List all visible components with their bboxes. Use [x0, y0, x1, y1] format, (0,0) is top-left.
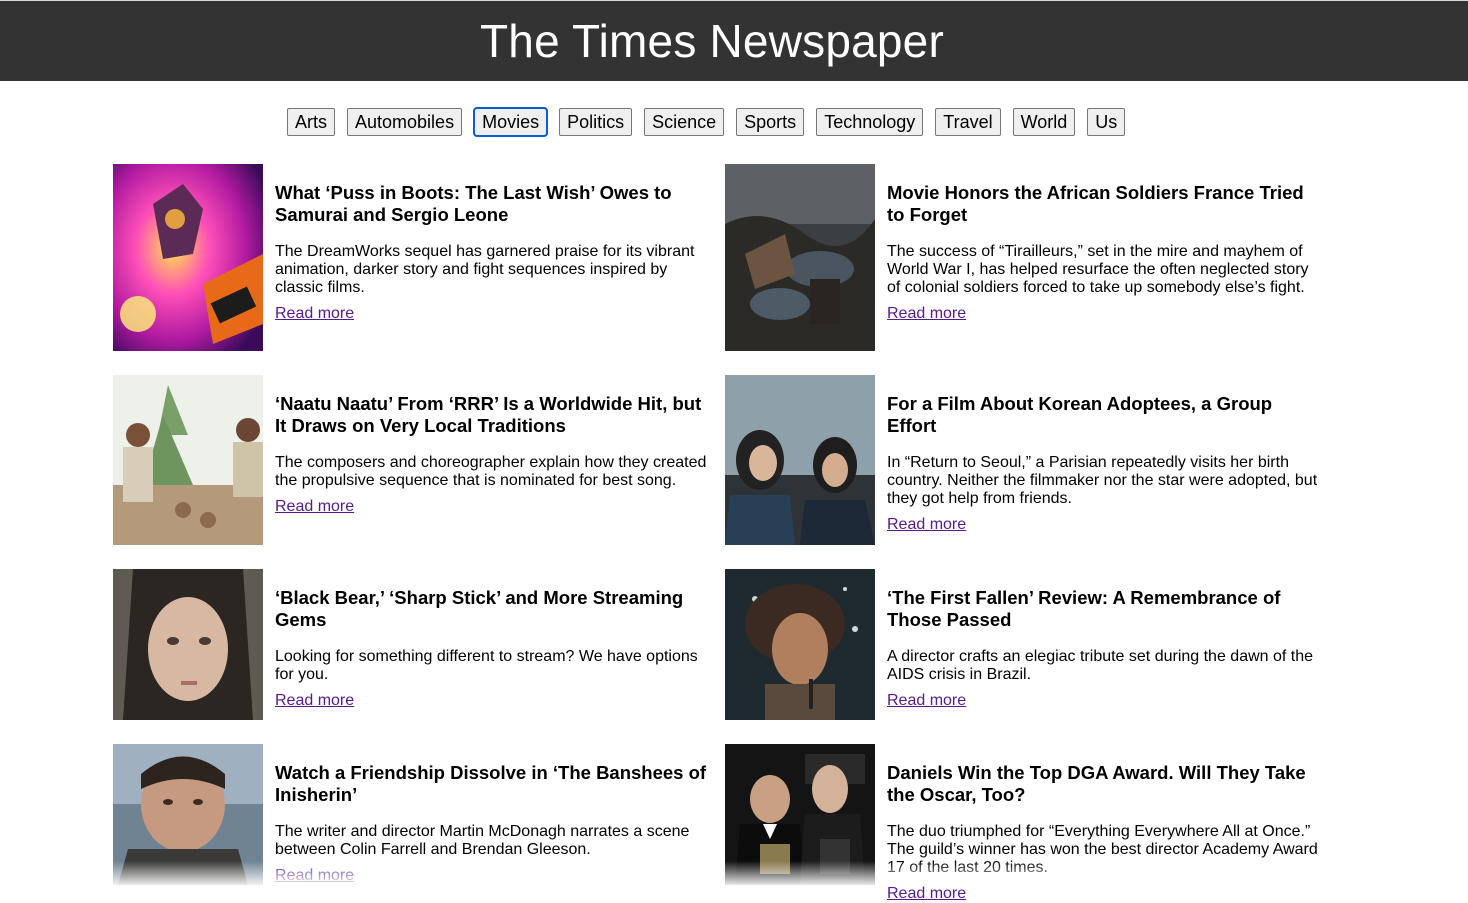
article-title: What ‘Puss in Boots: The Last Wish’ Owes… [275, 182, 713, 226]
article-thumbnail[interactable] [113, 375, 263, 545]
article-thumbnail[interactable] [113, 744, 263, 885]
article-title: ‘The First Fallen’ Review: A Remembrance… [887, 587, 1325, 631]
article-card: For a Film About Korean Adoptees, a Grou… [725, 375, 1325, 545]
article-description: The composers and choreographer explain … [275, 454, 713, 490]
site-title: The Times Newspaper [480, 14, 944, 68]
article-card: What ‘Puss in Boots: The Last Wish’ Owes… [113, 164, 713, 351]
read-more-link[interactable]: Read more [887, 885, 966, 903]
article-description: In “Return to Seoul,” a Parisian repeate… [887, 454, 1325, 508]
site-header: The Times Newspaper [0, 0, 1468, 81]
article-title: ‘Black Bear,’ ‘Sharp Stick’ and More Str… [275, 587, 713, 631]
article-description: The writer and director Martin McDonagh … [275, 823, 713, 859]
read-more-link[interactable]: Read more [887, 305, 966, 323]
article-description: The success of “Tirailleurs,” set in the… [887, 243, 1325, 297]
nav-button-us[interactable]: Us [1087, 108, 1125, 136]
article-title: Daniels Win the Top DGA Award. Will They… [887, 762, 1325, 806]
article-card: ‘The First Fallen’ Review: A Remembrance… [725, 569, 1325, 720]
article-title: ‘Naatu Naatu’ From ‘RRR’ Is a Worldwide … [275, 393, 713, 437]
nav-button-travel[interactable]: Travel [935, 108, 1000, 136]
nav-button-world[interactable]: World [1013, 108, 1076, 136]
nav-button-movies[interactable]: Movies [474, 108, 547, 136]
article-card: Daniels Win the Top DGA Award. Will They… [725, 744, 1325, 903]
article-description: The duo triumphed for “Everything Everyw… [887, 823, 1325, 877]
article-card: ‘Black Bear,’ ‘Sharp Stick’ and More Str… [113, 569, 713, 720]
article-thumbnail[interactable] [725, 569, 875, 720]
read-more-link[interactable]: Read more [275, 498, 354, 516]
article-card: Movie Honors the African Soldiers France… [725, 164, 1325, 351]
nav-button-science[interactable]: Science [644, 108, 724, 136]
section-nav: Arts Automobiles Movies Politics Science… [287, 108, 1125, 136]
article-thumbnail[interactable] [113, 164, 263, 351]
nav-button-technology[interactable]: Technology [816, 108, 923, 136]
read-more-link[interactable]: Read more [275, 305, 354, 323]
article-thumbnail[interactable] [725, 375, 875, 545]
read-more-link[interactable]: Read more [887, 516, 966, 534]
article-card: Watch a Friendship Dissolve in ‘The Bans… [113, 744, 713, 885]
article-thumbnail[interactable] [725, 744, 875, 885]
article-thumbnail[interactable] [725, 164, 875, 351]
article-description: The DreamWorks sequel has garnered prais… [275, 243, 713, 297]
article-description: A director crafts an elegiac tribute set… [887, 648, 1325, 684]
nav-button-arts[interactable]: Arts [287, 108, 335, 136]
article-title: For a Film About Korean Adoptees, a Grou… [887, 393, 1325, 437]
read-more-link[interactable]: Read more [275, 867, 354, 885]
article-card: ‘Naatu Naatu’ From ‘RRR’ Is a Worldwide … [113, 375, 713, 545]
read-more-link[interactable]: Read more [887, 692, 966, 710]
nav-button-automobiles[interactable]: Automobiles [347, 108, 462, 136]
nav-button-sports[interactable]: Sports [736, 108, 804, 136]
article-title: Watch a Friendship Dissolve in ‘The Bans… [275, 762, 713, 806]
article-title: Movie Honors the African Soldiers France… [887, 182, 1325, 226]
nav-button-politics[interactable]: Politics [559, 108, 632, 136]
article-description: Looking for something different to strea… [275, 648, 713, 684]
read-more-link[interactable]: Read more [275, 692, 354, 710]
article-thumbnail[interactable] [113, 569, 263, 720]
